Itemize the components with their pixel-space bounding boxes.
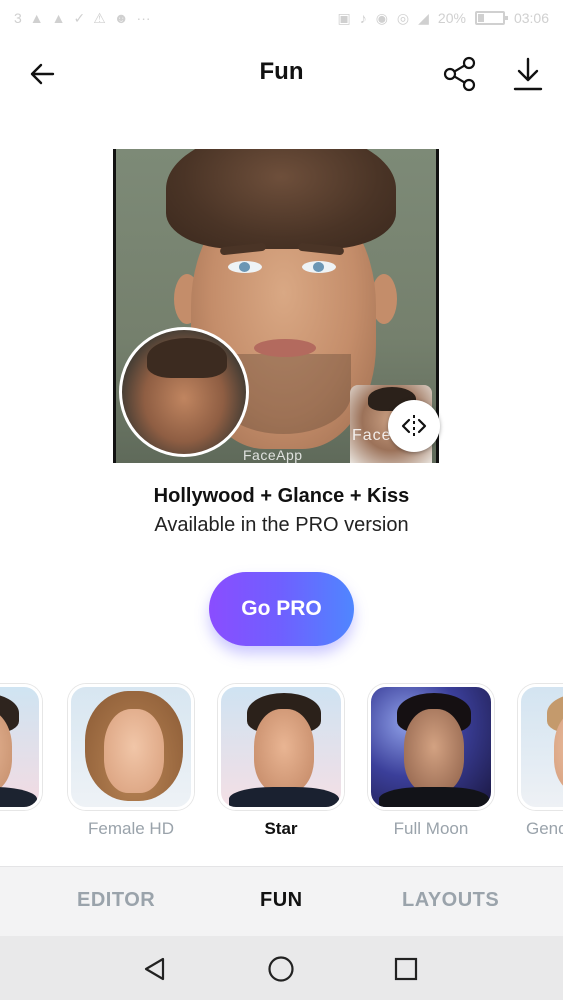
filter-label: Gend (526, 819, 563, 838)
thumb-face (104, 709, 164, 793)
system-back-button[interactable] (140, 954, 170, 984)
bottom-tab-bar: EDITOR FUN LAYOUTS (0, 866, 563, 936)
faceapp-watermark: FaceApp (243, 447, 303, 463)
thumb-face (254, 709, 314, 793)
system-navigation-bar (0, 936, 563, 1000)
status-time: 03:06 (513, 10, 549, 26)
app-header: Fun (0, 40, 563, 106)
filter-carousel[interactable]: e Female HD Star Full Moon Gend (0, 680, 563, 850)
system-recents-button[interactable] (391, 954, 421, 984)
notification-icon: ▲ (29, 10, 44, 26)
check-icon: ✓ (73, 10, 86, 26)
notification-count: 3 (14, 10, 22, 26)
tab-editor[interactable]: EDITOR (77, 889, 155, 912)
filter-thumbnail (518, 684, 563, 810)
face-thumbnail-label: Face (352, 427, 392, 444)
thumb-body (379, 787, 489, 807)
filter-item[interactable]: e (0, 680, 44, 850)
person-icon: ☻ (113, 10, 129, 26)
face-lips (254, 339, 316, 357)
system-home-button[interactable] (266, 954, 296, 984)
status-right: ▣ ♪ ◉ ◎ ◢ 20% 03:06 (337, 9, 549, 27)
notification-icon: ▲ (51, 10, 66, 26)
thumb-body (0, 787, 37, 807)
status-bar: 3 ▲ ▲ ✓ ⚠ ☻ ··· ▣ ♪ ◉ ◎ ◢ 20% 03:06 (0, 0, 563, 38)
square-recent-icon (394, 957, 418, 981)
tab-layouts[interactable]: LAYOUTS (402, 889, 499, 912)
battery-percent: 20% (437, 10, 466, 26)
share-button[interactable] (438, 52, 482, 96)
filter-combo-title: Hollywood + Glance + Kiss (153, 485, 410, 507)
battery-icon (474, 11, 508, 25)
tab-fun[interactable]: FUN (260, 889, 303, 912)
share-icon (443, 56, 476, 92)
eye-icon: ◉ (375, 10, 388, 26)
result-hair (166, 149, 396, 249)
filter-label: Star (264, 819, 298, 838)
face-eye (228, 261, 262, 273)
filter-item[interactable]: Female HD (66, 680, 196, 850)
filter-item[interactable]: Gend (516, 680, 563, 850)
warning-icon: ⚠ (93, 10, 106, 26)
download-button[interactable] (506, 52, 550, 96)
triangle-back-icon (144, 957, 165, 981)
pro-availability-note: Available in the PRO version (154, 514, 409, 536)
thumb-face (404, 709, 464, 793)
filter-thumbnail (368, 684, 494, 810)
filter-thumbnail (218, 684, 344, 810)
filter-thumbnail (68, 684, 194, 810)
compare-slider-handle[interactable] (388, 400, 440, 452)
filter-thumbnail (0, 684, 42, 810)
status-left: 3 ▲ ▲ ✓ ⚠ ☻ ··· (14, 9, 151, 27)
circle-home-icon (268, 956, 294, 982)
face-eye (302, 261, 336, 273)
wifi-icon: ◎ (396, 10, 410, 26)
thumb-body (229, 787, 339, 807)
filter-item-selected[interactable]: Star (216, 680, 346, 850)
go-pro-button[interactable]: Go PRO (209, 572, 354, 646)
nfc-icon: ▣ (337, 10, 351, 26)
filter-label: Female HD (88, 819, 174, 838)
mute-icon: ♪ (359, 10, 367, 26)
download-icon (513, 57, 543, 91)
filter-label: e (0, 819, 44, 839)
signal-icon: ◢ (418, 10, 429, 26)
original-photo-circle[interactable] (119, 327, 249, 457)
filter-item[interactable]: Full Moon (366, 680, 496, 850)
filter-label: Full Moon (393, 819, 469, 838)
more-dots-icon: ··· (136, 10, 151, 26)
original-hair (147, 338, 227, 378)
split-arrows-icon (401, 415, 427, 436)
